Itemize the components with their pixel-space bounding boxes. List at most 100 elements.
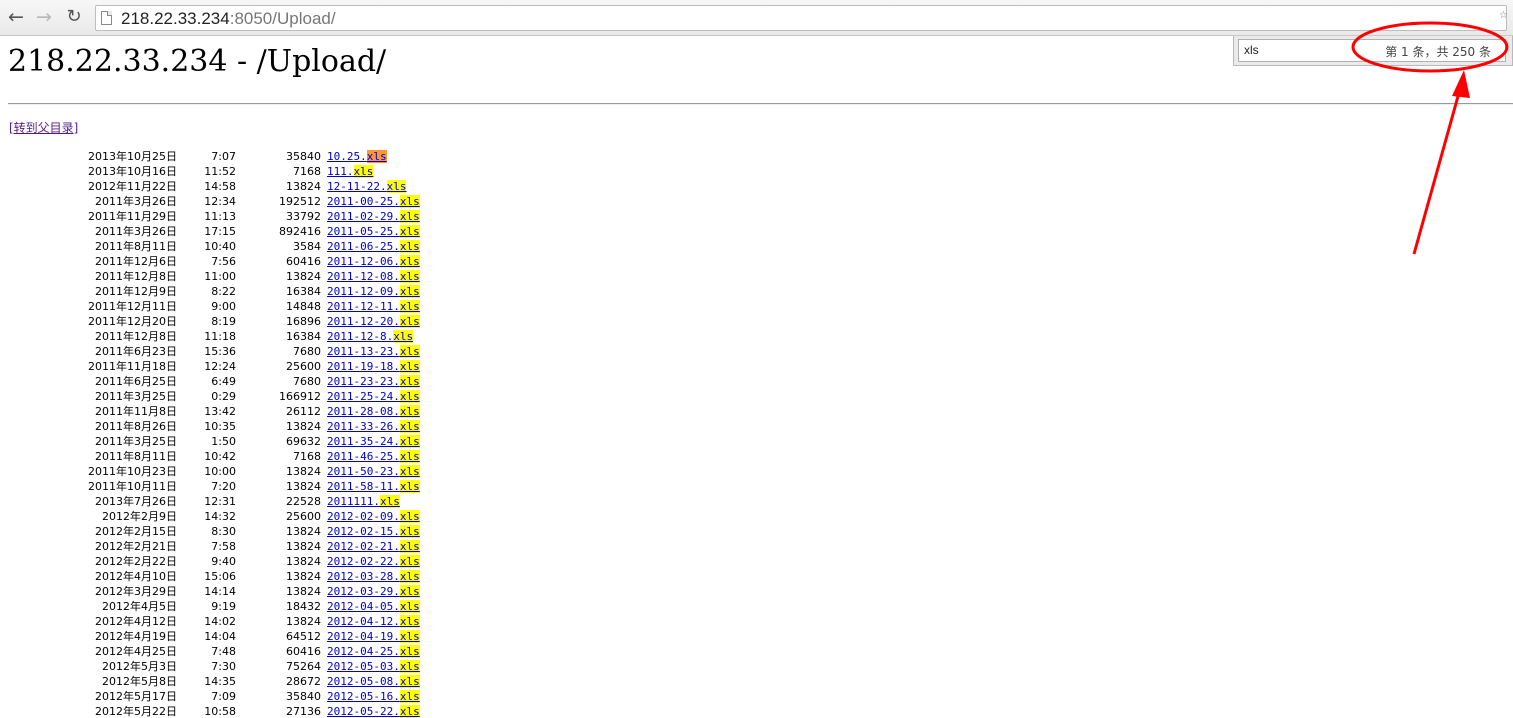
file-row: 2011年3月26日 12:34 192512 2011-00-25.xls bbox=[0, 194, 440, 209]
file-time: 9:00 bbox=[211, 300, 236, 313]
file-row: 2011年12月9日 8:22 16384 2011-12-09.xls bbox=[0, 284, 440, 299]
search-match-highlight: xls bbox=[353, 165, 374, 178]
annotation-arrow-head bbox=[1452, 70, 1470, 98]
file-link[interactable]: 2012-04-05.xls bbox=[327, 599, 420, 614]
file-link[interactable]: 2011-12-8.xls bbox=[327, 329, 414, 344]
file-time: 10:40 bbox=[204, 240, 236, 253]
file-size: 64512 bbox=[286, 630, 321, 643]
file-link[interactable]: 2011-25-24.xls bbox=[327, 389, 420, 404]
file-link[interactable]: 2012-02-21.xls bbox=[327, 539, 420, 554]
file-link[interactable]: 111.xls bbox=[327, 164, 374, 179]
file-link[interactable]: 2011-46-25.xls bbox=[327, 449, 420, 464]
file-link[interactable]: 2012-03-28.xls bbox=[327, 569, 420, 584]
file-link[interactable]: 2011-00-25.xls bbox=[327, 194, 420, 209]
bookmark-star-icon[interactable]: ☆ bbox=[1499, 10, 1508, 21]
file-link[interactable]: 2011-58-11.xls bbox=[327, 479, 420, 494]
search-match-highlight: xls bbox=[366, 150, 387, 163]
file-link[interactable]: 2011-05-25.xls bbox=[327, 224, 420, 239]
file-date: 2011年6月25日 bbox=[95, 375, 177, 388]
file-size: 28672 bbox=[286, 675, 321, 688]
file-name-base: 2011-33-26. bbox=[327, 420, 400, 433]
search-match-highlight: xls bbox=[399, 225, 420, 238]
search-match-highlight: xls bbox=[399, 390, 420, 403]
file-row: 2011年8月11日 10:40 3584 2011-06-25.xls bbox=[0, 239, 440, 254]
forward-arrow-icon[interactable]: → bbox=[33, 6, 55, 28]
file-link[interactable]: 2011-13-23.xls bbox=[327, 344, 420, 359]
file-link[interactable]: 2011-35-24.xls bbox=[327, 434, 420, 449]
file-link[interactable]: 2012-05-03.xls bbox=[327, 659, 420, 674]
file-link[interactable]: 2011-12-11.xls bbox=[327, 299, 420, 314]
file-size: 13824 bbox=[286, 585, 321, 598]
search-match-highlight: xls bbox=[399, 195, 420, 208]
url-text[interactable]: 218.22.33.234:8050/Upload/ bbox=[121, 9, 336, 28]
file-name-base: 2011-05-25. bbox=[327, 225, 400, 238]
file-time: 15:36 bbox=[204, 345, 236, 358]
file-date: 2013年10月16日 bbox=[88, 165, 177, 178]
file-link[interactable]: 2011-12-08.xls bbox=[327, 269, 420, 284]
file-name-base: 2011-28-08. bbox=[327, 405, 400, 418]
file-size: 7168 bbox=[293, 450, 321, 463]
file-size: 18432 bbox=[286, 600, 321, 613]
file-link[interactable]: 2012-05-22.xls bbox=[327, 704, 420, 718]
url-host: 218.22.33.234 bbox=[121, 9, 230, 28]
file-link[interactable]: 2012-04-25.xls bbox=[327, 644, 420, 659]
search-match-highlight: xls bbox=[399, 570, 420, 583]
file-link[interactable]: 2011-33-26.xls bbox=[327, 419, 420, 434]
file-row: 2013年7月26日 12:31 22528 2011111.xls bbox=[0, 494, 440, 509]
file-link[interactable]: 2011-02-29.xls bbox=[327, 209, 420, 224]
search-match-highlight: xls bbox=[399, 240, 420, 253]
annotation-arrow-shaft bbox=[1412, 81, 1464, 255]
file-link[interactable]: 2012-04-12.xls bbox=[327, 614, 420, 629]
file-date: 2013年7月26日 bbox=[95, 495, 177, 508]
file-time: 12:31 bbox=[204, 495, 236, 508]
search-match-highlight: xls bbox=[399, 510, 420, 523]
file-row: 2012年3月29日 14:14 13824 2012-03-29.xls bbox=[0, 584, 440, 599]
file-date: 2011年3月26日 bbox=[95, 195, 177, 208]
file-link[interactable]: 2011-12-20.xls bbox=[327, 314, 420, 329]
file-name-base: 10.25. bbox=[327, 150, 367, 163]
search-match-highlight: xls bbox=[399, 315, 420, 328]
find-input[interactable]: xls 第 1 条，共 250 条 bbox=[1238, 39, 1506, 62]
file-link[interactable]: 2011111.xls bbox=[327, 494, 400, 509]
file-date: 2012年5月17日 bbox=[95, 690, 177, 703]
file-link[interactable]: 12-11-22.xls bbox=[327, 179, 407, 194]
file-link[interactable]: 2011-19-18.xls bbox=[327, 359, 420, 374]
file-date: 2011年12月8日 bbox=[95, 330, 177, 343]
search-match-highlight: xls bbox=[399, 705, 420, 718]
file-link[interactable]: 2011-28-08.xls bbox=[327, 404, 420, 419]
file-link[interactable]: 2012-05-08.xls bbox=[327, 674, 420, 689]
file-time: 7:09 bbox=[211, 690, 236, 703]
file-link[interactable]: 2012-03-29.xls bbox=[327, 584, 420, 599]
reload-icon[interactable]: ↻ bbox=[63, 6, 85, 28]
back-arrow-icon[interactable]: ← bbox=[5, 6, 27, 28]
file-link[interactable]: 2011-06-25.xls bbox=[327, 239, 420, 254]
find-match-count: 第 1 条，共 250 条 bbox=[1385, 45, 1491, 59]
file-size: 7680 bbox=[293, 375, 321, 388]
file-link[interactable]: 2012-04-19.xls bbox=[327, 629, 420, 644]
file-row: 2011年10月11日 7:20 13824 2011-58-11.xls bbox=[0, 479, 440, 494]
file-link[interactable]: 2011-23-23.xls bbox=[327, 374, 420, 389]
file-time: 0:29 bbox=[211, 390, 236, 403]
file-link[interactable]: 2012-02-15.xls bbox=[327, 524, 420, 539]
file-row: 2011年3月25日 0:29 166912 2011-25-24.xls bbox=[0, 389, 440, 404]
file-size: 14848 bbox=[286, 300, 321, 313]
file-row: 2012年4月25日 7:48 60416 2012-04-25.xls bbox=[0, 644, 440, 659]
file-time: 12:34 bbox=[204, 195, 236, 208]
parent-directory-link[interactable]: [转到父目录] bbox=[9, 119, 78, 136]
search-match-highlight: xls bbox=[399, 615, 420, 628]
file-size: 3584 bbox=[293, 240, 321, 253]
file-link[interactable]: 2011-12-09.xls bbox=[327, 284, 420, 299]
file-link[interactable]: 2012-02-22.xls bbox=[327, 554, 420, 569]
search-match-highlight: xls bbox=[399, 480, 420, 493]
search-match-highlight: xls bbox=[399, 525, 420, 538]
find-bar: xls 第 1 条，共 250 条 bbox=[1233, 36, 1513, 66]
file-link[interactable]: 2011-12-06.xls bbox=[327, 254, 420, 269]
file-size: 192512 bbox=[279, 195, 321, 208]
file-link[interactable]: 2012-02-09.xls bbox=[327, 509, 420, 524]
file-link[interactable]: 2012-05-16.xls bbox=[327, 689, 420, 704]
search-match-highlight: xls bbox=[399, 420, 420, 433]
file-size: 166912 bbox=[279, 390, 321, 403]
file-link[interactable]: 2011-50-23.xls bbox=[327, 464, 420, 479]
address-bar[interactable]: 218.22.33.234:8050/Upload/ ☆ bbox=[95, 5, 1508, 31]
file-link[interactable]: 10.25.xls bbox=[327, 149, 387, 164]
